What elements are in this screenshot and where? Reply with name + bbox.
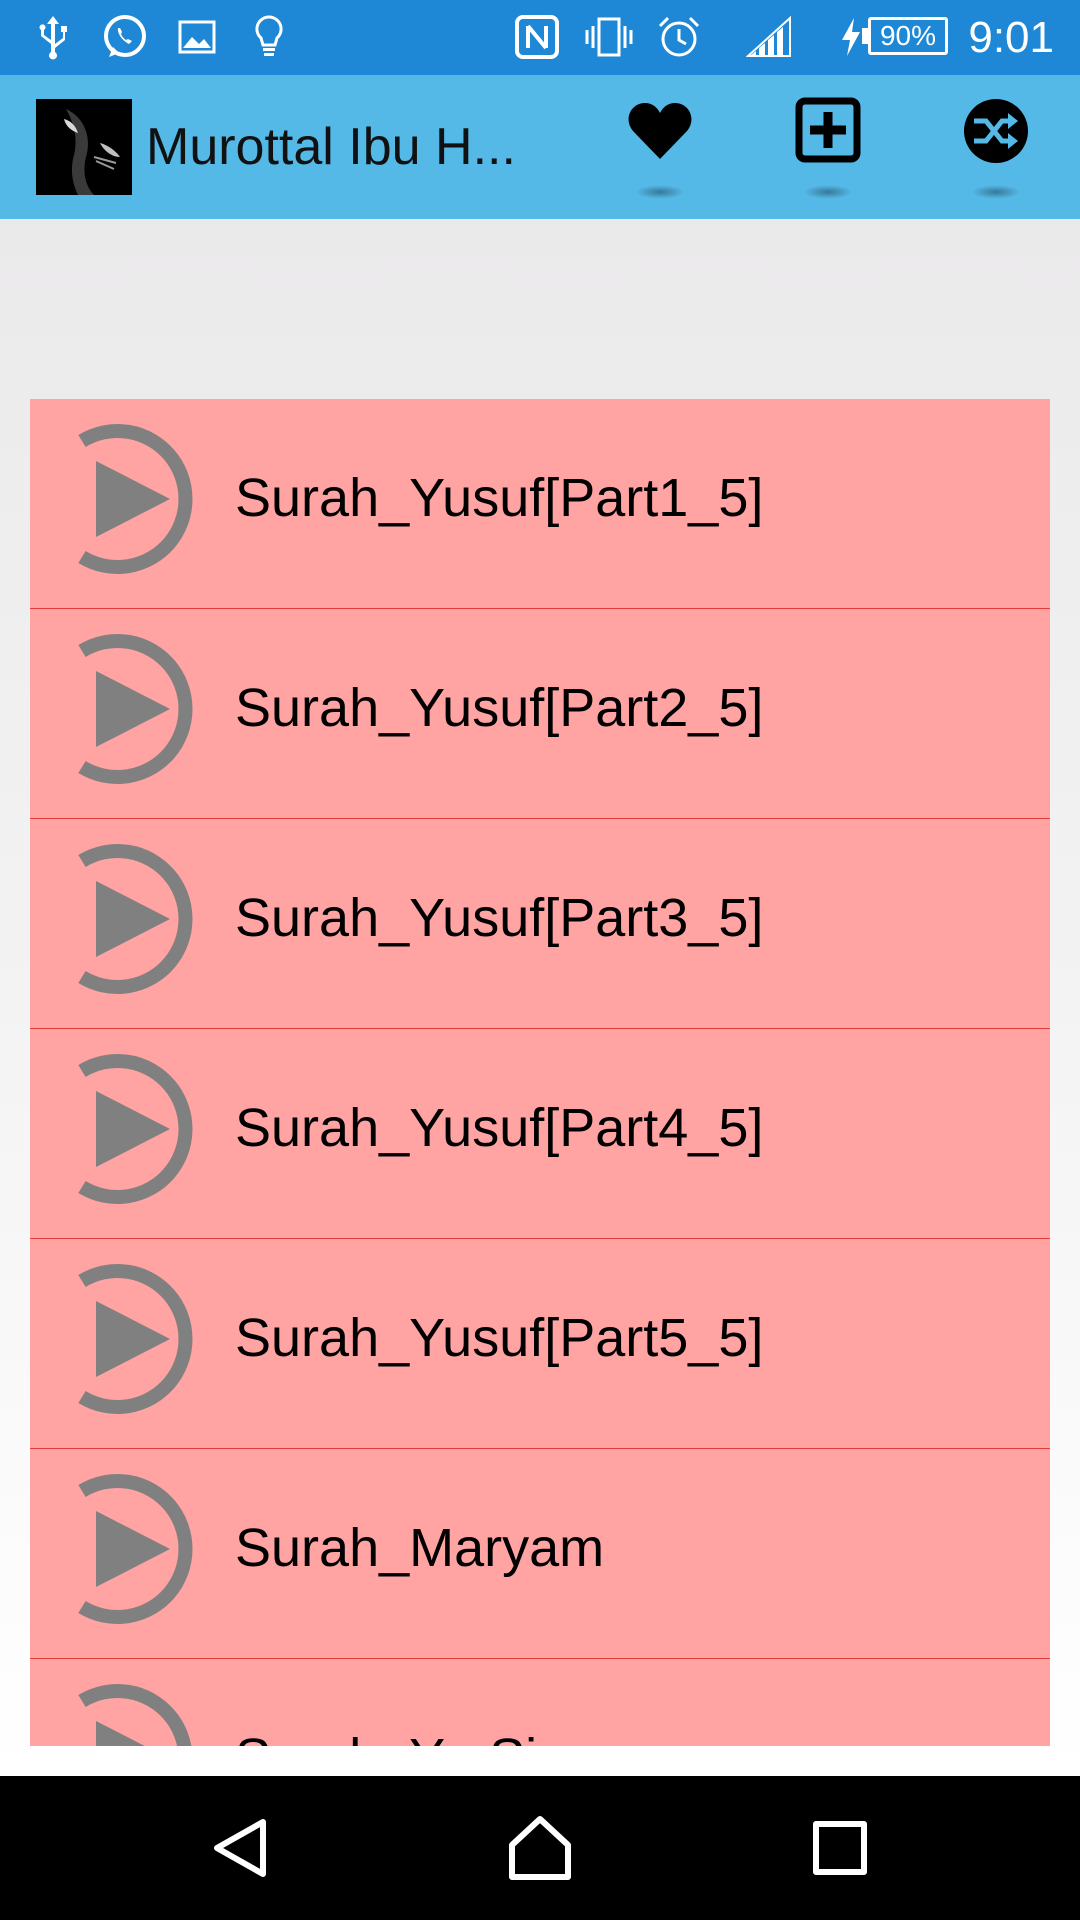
- list-item[interactable]: Surah_Ya-Sin: [30, 1659, 1050, 1746]
- navigation-bar: [0, 1776, 1080, 1920]
- screen: 90% 9:01 Murottal Ibu H... Surah_Yusuf[P…: [0, 0, 1080, 1920]
- favorite-button[interactable]: [610, 97, 710, 207]
- play-icon: [78, 1474, 193, 1624]
- list-item[interactable]: Surah_Yusuf[Part5_5]: [30, 1239, 1050, 1449]
- status-bar: 90% 9:01: [0, 0, 1080, 75]
- battery-level: 90%: [868, 17, 948, 55]
- shuffle-button[interactable]: [946, 97, 1046, 207]
- back-button[interactable]: [196, 1803, 286, 1893]
- recents-button[interactable]: [795, 1803, 885, 1893]
- play-icon: [78, 1054, 193, 1204]
- home-icon: [509, 1816, 571, 1880]
- play-icon: [78, 1264, 193, 1414]
- track-title: Surah_Yusuf[Part2_5]: [235, 678, 764, 738]
- play-icon: [78, 634, 193, 784]
- track-title: Surah_Yusuf[Part4_5]: [235, 1098, 764, 1158]
- heart-shadow: [635, 185, 685, 199]
- home-button[interactable]: [495, 1803, 585, 1893]
- track-title: Surah_Yusuf[Part1_5]: [235, 468, 764, 528]
- track-title: Surah_Yusuf[Part5_5]: [235, 1308, 764, 1368]
- list-item[interactable]: Surah_Yusuf[Part2_5]: [30, 609, 1050, 819]
- shuffle-icon: [964, 99, 1028, 163]
- list-item[interactable]: Surah_Yusuf[Part4_5]: [30, 1029, 1050, 1239]
- usb-icon: [28, 12, 78, 62]
- track-title: Surah_Yusuf[Part3_5]: [235, 888, 764, 948]
- list-item[interactable]: Surah_Maryam: [30, 1449, 1050, 1659]
- list-item[interactable]: Surah_Yusuf[Part3_5]: [30, 819, 1050, 1029]
- heart-icon: [628, 103, 692, 159]
- lightbulb-icon: [244, 12, 294, 62]
- nfc-icon: [512, 12, 562, 62]
- image-icon: [172, 12, 222, 62]
- track-title: Surah_Maryam: [235, 1518, 605, 1578]
- whatsapp-icon: [100, 12, 150, 62]
- content-area: Surah_Yusuf[Part1_5] Surah_Yusuf[Part2_5…: [0, 219, 1080, 1776]
- play-icon: [78, 424, 193, 574]
- add-box-icon: [795, 97, 861, 163]
- vibrate-icon: [584, 12, 634, 62]
- app-logo: [36, 99, 132, 195]
- list-item[interactable]: Surah_Yusuf[Part1_5]: [30, 399, 1050, 609]
- play-icon: [78, 1684, 192, 1746]
- app-bar: Murottal Ibu H...: [0, 75, 1080, 219]
- track-list[interactable]: Surah_Yusuf[Part1_5] Surah_Yusuf[Part2_5…: [30, 399, 1050, 1746]
- signal-icon: [744, 12, 794, 62]
- alarm-icon: [654, 12, 704, 62]
- play-icon: [78, 844, 193, 994]
- app-title: Murottal Ibu H...: [146, 118, 516, 176]
- back-icon: [214, 1819, 266, 1877]
- clock: 9:01: [968, 13, 1054, 62]
- shuffle-shadow: [971, 185, 1021, 199]
- add-button[interactable]: [778, 97, 878, 207]
- track-title: Surah_Ya-Sin: [235, 1725, 567, 1746]
- add-shadow: [803, 185, 853, 199]
- recents-icon: [813, 1821, 867, 1875]
